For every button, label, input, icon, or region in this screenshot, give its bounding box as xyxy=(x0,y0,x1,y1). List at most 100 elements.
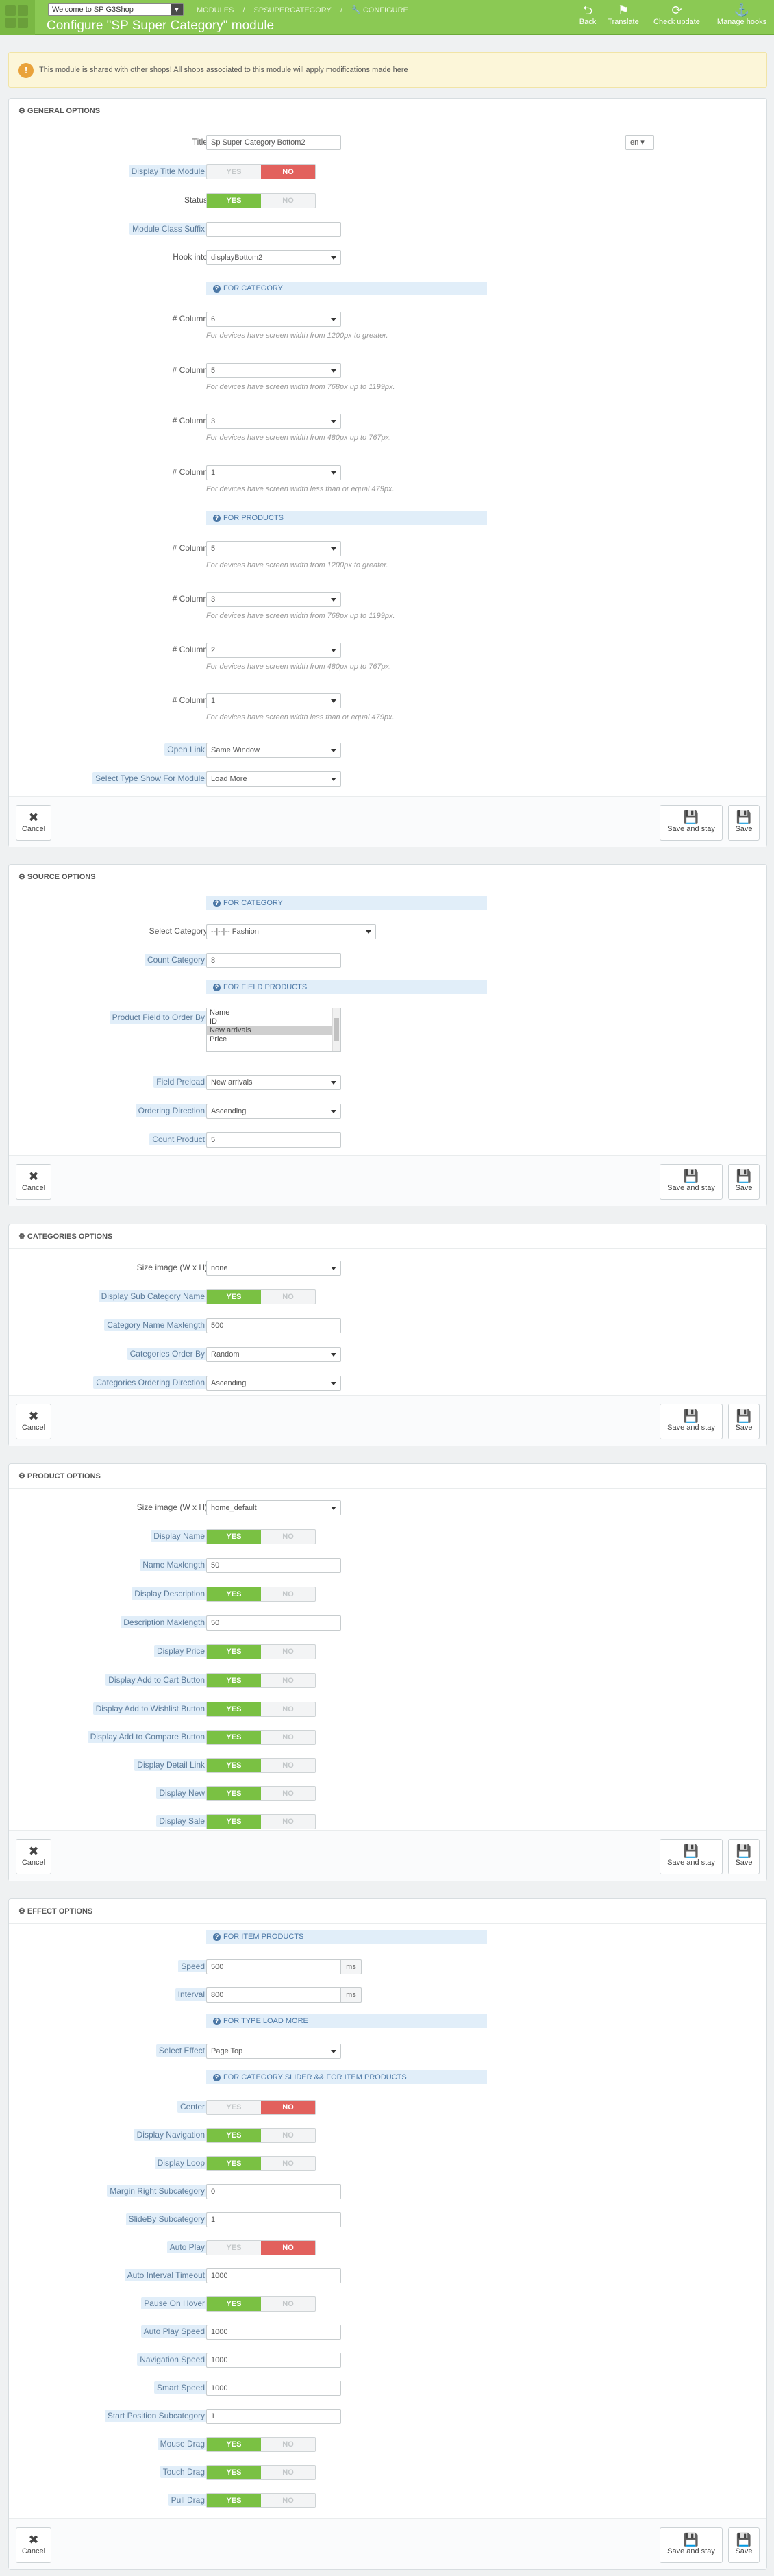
cancel-button[interactable]: ✖ Cancel xyxy=(16,1404,51,1439)
display-price-switch[interactable]: YES NO xyxy=(206,1644,316,1659)
display-description-switch[interactable]: YES NO xyxy=(206,1587,316,1602)
list-item[interactable]: Price xyxy=(207,1035,340,1044)
cancel-button[interactable]: ✖ Cancel xyxy=(16,2527,51,2563)
display-title-switch[interactable]: YES NO xyxy=(206,164,316,179)
categories-order-by-select[interactable]: Random xyxy=(206,1347,341,1362)
auto-interval-input[interactable]: 1000 xyxy=(206,2268,341,2283)
display-loop-switch[interactable]: YES NO xyxy=(206,2156,316,2171)
product-column-xsmall-select[interactable]: 1 xyxy=(206,693,341,708)
center-switch[interactable]: YES NO xyxy=(206,2100,316,2115)
display-name-switch[interactable]: YES NO xyxy=(206,1529,316,1544)
name-maxlength-input[interactable]: 50 xyxy=(206,1558,341,1573)
type-show-select[interactable]: Load More xyxy=(206,771,341,787)
margin-right-input[interactable]: 0 xyxy=(206,2184,341,2199)
start-position-input[interactable]: 1 xyxy=(206,2409,341,2424)
question-icon: ? xyxy=(213,285,221,293)
category-column-medium-select[interactable]: 5 xyxy=(206,363,341,378)
for-products-header: ? FOR PRODUCTS xyxy=(206,511,487,525)
question-icon: ? xyxy=(213,984,221,991)
display-sale-switch[interactable]: YES NO xyxy=(206,1814,316,1829)
cancel-button[interactable]: ✖ Cancel xyxy=(16,1839,51,1874)
manage-hooks-button[interactable]: ⚓ Manage hooks xyxy=(712,3,771,26)
category-column-xsmall-select[interactable]: 1 xyxy=(206,465,341,480)
field-preload-select[interactable]: New arrivals xyxy=(206,1075,341,1090)
column-hint: For devices have screen width from 480px… xyxy=(206,434,392,442)
back-arrow-icon: ⮌ xyxy=(582,3,593,17)
category-name-maxlength-input[interactable]: 500 xyxy=(206,1318,341,1333)
class-suffix-input[interactable] xyxy=(206,222,341,237)
list-item[interactable]: New arrivals xyxy=(207,1026,340,1035)
product-size-image-select[interactable]: home_default xyxy=(206,1500,341,1515)
list-item[interactable]: Name xyxy=(207,1008,340,1017)
touch-drag-switch[interactable]: YES NO xyxy=(206,2465,316,2480)
categories-order-direction-select[interactable]: Ascending xyxy=(206,1376,341,1391)
save-button[interactable]: 💾 Save xyxy=(728,1839,760,1874)
speed-input[interactable]: 500 xyxy=(206,1959,341,1974)
select-effect-select[interactable]: Page Top xyxy=(206,2044,341,2059)
hook-into-select[interactable]: displayBottom2 xyxy=(206,250,341,265)
count-product-input[interactable]: 5 xyxy=(206,1132,341,1148)
breadcrumb-configure: 🔧 CONFIGURE xyxy=(351,6,408,14)
column-hint: For devices have screen width from 480px… xyxy=(206,662,392,671)
title-input[interactable]: Sp Super Category Bottom2 xyxy=(206,135,341,150)
save-button[interactable]: 💾 Save xyxy=(728,1164,760,1200)
question-icon: ? xyxy=(213,2018,221,2025)
product-column-small-select[interactable]: 2 xyxy=(206,643,341,658)
status-switch[interactable]: YES NO xyxy=(206,193,316,208)
pause-on-hover-switch[interactable]: YES NO xyxy=(206,2296,316,2312)
floppy-icon: 💾 xyxy=(683,810,699,824)
list-item[interactable]: ID xyxy=(207,1017,340,1026)
save-button[interactable]: 💾 Save xyxy=(728,1404,760,1439)
navigation-speed-input[interactable]: 1000 xyxy=(206,2353,341,2368)
add-to-wishlist-switch[interactable]: YES NO xyxy=(206,1702,316,1717)
save-button[interactable]: 💾 Save xyxy=(728,2527,760,2563)
shop-selector[interactable]: Welcome to SP G3Shop ▼ xyxy=(48,3,184,16)
save-and-stay-button[interactable]: 💾 Save and stay xyxy=(660,1839,723,1874)
back-button[interactable]: ⮌ Back xyxy=(574,3,601,26)
count-category-input[interactable]: 8 xyxy=(206,953,341,968)
save-button[interactable]: 💾 Save xyxy=(728,805,760,841)
display-sub-category-switch[interactable]: YES NO xyxy=(206,1289,316,1304)
interval-input[interactable]: 800 xyxy=(206,1987,341,2003)
breadcrumb-module[interactable]: SPSUPERCATEGORY xyxy=(254,6,332,14)
auto-play-speed-input[interactable]: 1000 xyxy=(206,2325,341,2340)
panel-heading: ⚙ CATEGORIES OPTIONS xyxy=(9,1224,766,1249)
display-navigation-switch[interactable]: YES NO xyxy=(206,2128,316,2143)
question-icon: ? xyxy=(213,2074,221,2081)
select-category-select[interactable]: --|--|-- Fashion xyxy=(206,924,376,939)
product-field-listbox[interactable]: Name ID New arrivals Price xyxy=(206,1008,341,1052)
detail-link-switch[interactable]: YES NO xyxy=(206,1758,316,1773)
check-update-button[interactable]: ⟳ Check update xyxy=(649,3,704,26)
column-hint: For devices have screen width from 768px… xyxy=(206,612,395,620)
question-icon: ? xyxy=(213,515,221,522)
translate-button[interactable]: ⚑ Translate xyxy=(606,3,640,26)
language-selector[interactable]: en ▾ xyxy=(625,135,654,150)
scrollbar[interactable] xyxy=(332,1008,340,1051)
ordering-direction-select[interactable]: Ascending xyxy=(206,1104,341,1119)
column-hint: For devices have screen width from 1200p… xyxy=(206,332,388,340)
save-and-stay-button[interactable]: 💾 Save and stay xyxy=(660,1404,723,1439)
cancel-button[interactable]: ✖ Cancel xyxy=(16,1164,51,1200)
for-load-more-header: ? FOR TYPE LOAD MORE xyxy=(206,2014,487,2028)
display-new-switch[interactable]: YES NO xyxy=(206,1786,316,1801)
category-column-large-select[interactable]: 6 xyxy=(206,312,341,327)
save-and-stay-button[interactable]: 💾 Save and stay xyxy=(660,805,723,841)
category-size-image-select[interactable]: none xyxy=(206,1261,341,1276)
save-and-stay-button[interactable]: 💾 Save and stay xyxy=(660,1164,723,1200)
add-to-compare-switch[interactable]: YES NO xyxy=(206,1730,316,1745)
product-column-large-select[interactable]: 5 xyxy=(206,541,341,556)
mouse-drag-switch[interactable]: YES NO xyxy=(206,2437,316,2452)
description-maxlength-input[interactable]: 50 xyxy=(206,1615,341,1631)
product-column-medium-select[interactable]: 3 xyxy=(206,592,341,607)
category-column-small-select[interactable]: 3 xyxy=(206,414,341,429)
cancel-button[interactable]: ✖ Cancel xyxy=(16,805,51,841)
panel-heading: ⚙ PRODUCT OPTIONS xyxy=(9,1464,766,1489)
slideby-input[interactable]: 1 xyxy=(206,2212,341,2227)
smart-speed-input[interactable]: 1000 xyxy=(206,2381,341,2396)
open-link-select[interactable]: Same Window xyxy=(206,743,341,758)
save-and-stay-button[interactable]: 💾 Save and stay xyxy=(660,2527,723,2563)
breadcrumb-modules[interactable]: MODULES xyxy=(197,6,234,14)
pull-drag-switch[interactable]: YES NO xyxy=(206,2493,316,2508)
add-to-cart-switch[interactable]: YES NO xyxy=(206,1673,316,1688)
auto-play-switch[interactable]: YES NO xyxy=(206,2240,316,2255)
